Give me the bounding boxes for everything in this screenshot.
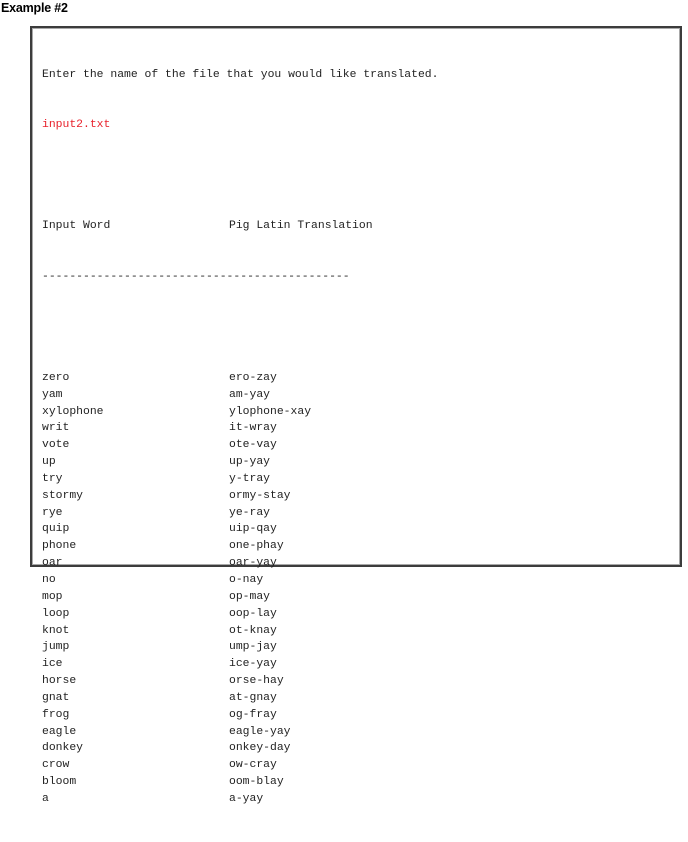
input-word: up [42, 456, 56, 469]
table-row: mop op-may [42, 589, 438, 606]
input-word: yam [42, 388, 63, 401]
pig-latin-translation: at-gnay [229, 691, 277, 704]
console-text: Enter the name of the file that you woul… [42, 33, 438, 842]
input-word: bloom [42, 776, 77, 789]
console-output-box: Enter the name of the file that you woul… [30, 26, 682, 805]
pig-latin-translation: one-phay [229, 540, 284, 553]
table-row: crow ow-cray [42, 757, 438, 774]
table-row: xylophone ylophone-xay [42, 404, 438, 421]
input-word: gnat [42, 691, 70, 704]
table-row: knot ot-knay [42, 623, 438, 640]
prompt-line: Enter the name of the file that you woul… [42, 68, 439, 81]
pig-latin-translation: op-may [229, 590, 271, 603]
table-row: quip uip-qay [42, 521, 438, 538]
table-row: a a-yay [42, 791, 438, 808]
input-word: rye [42, 506, 63, 519]
input-word: knot [42, 624, 70, 637]
table-row: no o-nay [42, 572, 438, 589]
pig-latin-translation: ormy-stay [229, 489, 291, 502]
input-word: eagle [42, 725, 77, 738]
table-row: stormy ormy-stay [42, 488, 438, 505]
pig-latin-translation: uip-qay [229, 523, 277, 536]
pig-latin-translation: ero-zay [229, 371, 277, 384]
input-word: vote [42, 439, 70, 452]
input-word: phone [42, 540, 77, 553]
table-row: vote ote-vay [42, 437, 438, 454]
table-row: rye ye-ray [42, 505, 438, 522]
pig-latin-translation: ye-ray [229, 506, 271, 519]
table-row: yam am-yay [42, 387, 438, 404]
translation-table: zero ero-zay yam am-yay xylophone ylophone-xa… [42, 370, 438, 808]
input-word: try [42, 472, 63, 485]
header-translation: Pig Latin Translation [229, 220, 373, 233]
table-row: eagle eagle-yay [42, 724, 438, 741]
pig-latin-translation: ice-yay [229, 658, 277, 671]
separator-line: ----------------------------------------… [42, 270, 350, 283]
pig-latin-translation: onkey-day [229, 742, 291, 755]
table-row: donkey onkey-day [42, 740, 438, 757]
table-row: jump ump-jay [42, 639, 438, 656]
input-word: loop [42, 607, 70, 620]
pig-latin-translation: oop-lay [229, 607, 277, 620]
table-row: loop oop-lay [42, 606, 438, 623]
example-heading: Example #2 [1, 1, 68, 15]
table-row: bloom oom-blay [42, 774, 438, 791]
pig-latin-translation: og-fray [229, 708, 277, 721]
input-word: jump [42, 641, 70, 654]
user-input-line: input2.txt [42, 119, 111, 132]
pig-latin-translation: it-wray [229, 422, 277, 435]
table-row: gnat at-gnay [42, 690, 438, 707]
input-word: donkey [42, 742, 84, 755]
table-row: horse orse-hay [42, 673, 438, 690]
table-row: ice ice-yay [42, 656, 438, 673]
input-word: quip [42, 523, 70, 536]
pig-latin-translation: am-yay [229, 388, 271, 401]
input-word: ice [42, 658, 63, 671]
pig-latin-translation: orse-hay [229, 675, 284, 688]
input-word: a [42, 792, 49, 805]
table-row: oar oar-yay [42, 555, 438, 572]
pig-latin-translation: a-yay [229, 792, 264, 805]
pig-latin-translation: ow-cray [229, 759, 277, 772]
header-input-word: Input Word [42, 220, 111, 233]
pig-latin-translation: oom-blay [229, 776, 284, 789]
input-word: no [42, 574, 56, 586]
input-word: stormy [42, 489, 84, 502]
input-word: zero [42, 371, 70, 384]
input-word: xylophone [42, 405, 104, 418]
pig-latin-translation: oar-yay [229, 557, 277, 570]
input-word: oar [42, 557, 63, 570]
pig-latin-translation: ot-knay [229, 624, 277, 637]
pig-latin-translation: ump-jay [229, 641, 277, 654]
table-row: up up-yay [42, 454, 438, 471]
pig-latin-translation: ote-vay [229, 439, 277, 452]
pig-latin-translation: y-tray [229, 472, 271, 485]
input-word: crow [42, 759, 70, 772]
table-header: Input Word Pig Latin Translation [42, 218, 438, 235]
pig-latin-translation: up-yay [229, 456, 271, 469]
pig-latin-translation: ylophone-xay [229, 405, 312, 418]
table-row: zero ero-zay [42, 370, 438, 387]
table-row: phone one-phay [42, 538, 438, 555]
table-row: try y-tray [42, 471, 438, 488]
input-word: mop [42, 590, 63, 603]
input-word: frog [42, 708, 70, 721]
table-row: frog og-fray [42, 707, 438, 724]
input-word: writ [42, 422, 70, 435]
pig-latin-translation: o-nay [229, 574, 264, 586]
table-row: writ it-wray [42, 420, 438, 437]
pig-latin-translation: eagle-yay [229, 725, 291, 738]
input-word: horse [42, 675, 77, 688]
